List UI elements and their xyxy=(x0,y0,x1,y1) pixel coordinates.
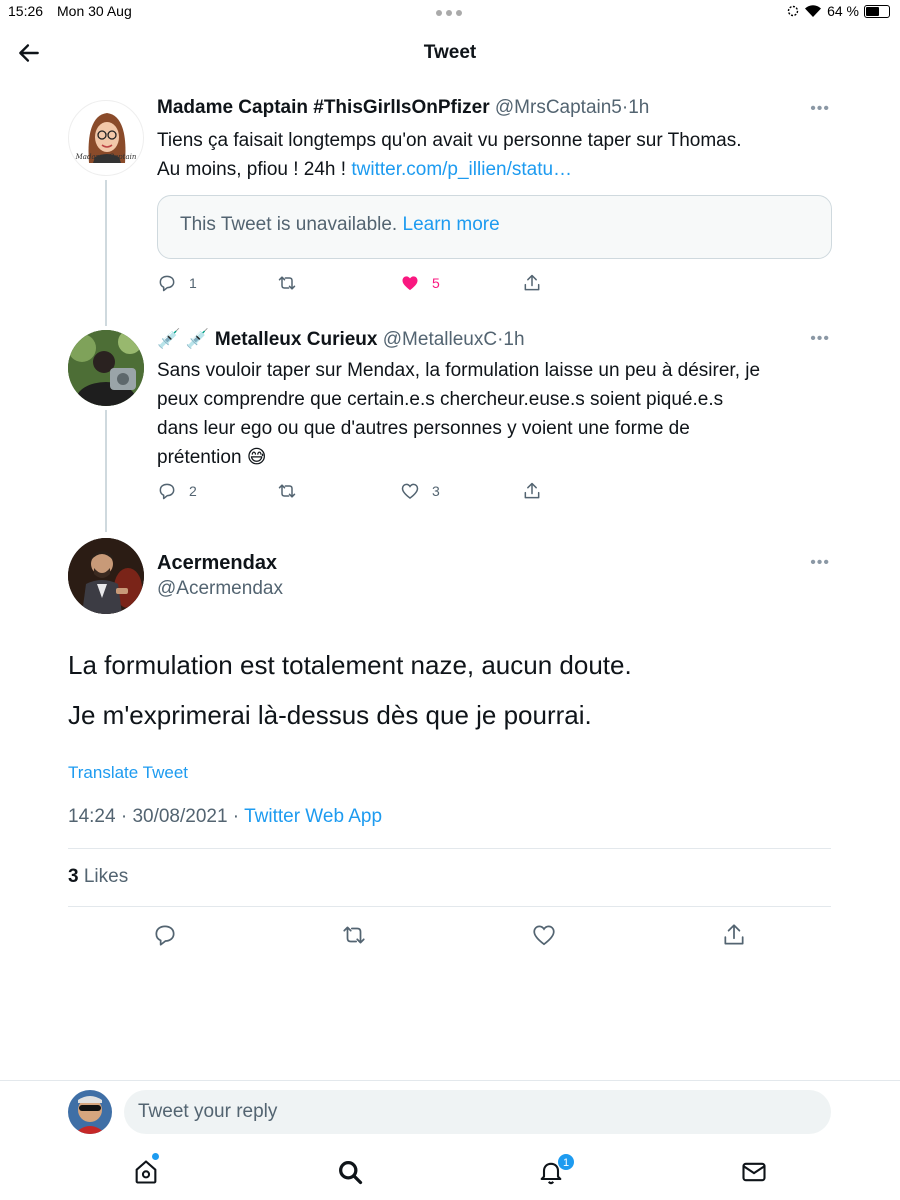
divider xyxy=(68,906,831,907)
more-options-icon[interactable]: ••• xyxy=(810,330,830,348)
avatar-illustration xyxy=(88,113,126,163)
retweet-icon xyxy=(278,276,296,290)
like-count: 5 xyxy=(432,275,440,291)
tweet-actions: 1 5 xyxy=(157,273,577,297)
thread-line xyxy=(105,410,107,532)
tweet-text-line: prétention 😅 xyxy=(157,447,267,468)
retweet-icon[interactable] xyxy=(341,922,367,948)
avatar-photo xyxy=(68,1090,112,1134)
translate-tweet-link[interactable]: Translate Tweet xyxy=(68,763,188,783)
status-bar: 15:26 Mon 30 Aug 64 % xyxy=(0,0,900,24)
thread-line xyxy=(105,180,107,326)
home-unread-dot xyxy=(152,1153,159,1160)
reply-icon xyxy=(159,275,175,292)
tweet-actions: 2 3 xyxy=(157,481,577,505)
tweet-text-line: Tiens ça faisait longtemps qu'on avait v… xyxy=(157,130,742,151)
status-time: 15:26 xyxy=(8,3,44,19)
like-count: 3 xyxy=(432,483,440,499)
tweet-header: 💉 💉 Metalleux Curieux @MetalleuxC·1h xyxy=(157,329,525,350)
avatar[interactable] xyxy=(68,330,144,406)
likes-label: Likes xyxy=(83,866,129,887)
tweet-date: 30/08/2021 xyxy=(132,806,228,827)
tweet-time[interactable]: 1h xyxy=(503,329,524,350)
share-button[interactable] xyxy=(522,273,542,293)
tweet-text-line: peux comprendre que certain.e.s chercheu… xyxy=(157,389,724,410)
dnd-icon xyxy=(787,5,799,17)
author-handle[interactable]: @Acermendax xyxy=(157,578,283,600)
reply-button[interactable]: 2 xyxy=(157,481,197,501)
likes-count: 3 xyxy=(68,866,79,887)
avatar[interactable] xyxy=(68,538,144,614)
quote-text: This Tweet is unavailable. xyxy=(180,214,398,235)
retweet-icon xyxy=(278,484,296,498)
share-button[interactable] xyxy=(522,481,542,501)
like-button[interactable]: 3 xyxy=(400,481,440,501)
battery-icon xyxy=(864,4,890,18)
author-name[interactable]: Metalleux Curieux xyxy=(215,329,378,350)
more-options-icon[interactable]: ••• xyxy=(810,554,830,572)
heart-icon[interactable] xyxy=(531,922,557,948)
main-tweet-text-line: Je m'exprimerai là-dessus dès que je pou… xyxy=(68,700,592,730)
like-button[interactable]: 5 xyxy=(400,273,440,293)
notifications-badge: 1 xyxy=(557,1153,575,1171)
home-icon[interactable] xyxy=(132,1158,160,1186)
main-tweet-text-line: La formulation est totalement naze, aucu… xyxy=(68,650,632,680)
author-handle[interactable]: @MetalleuxC xyxy=(383,329,497,350)
multitasking-dots-icon[interactable] xyxy=(436,10,462,16)
tweet-text-line: Sans vouloir taper sur Mendax, la formul… xyxy=(157,360,761,381)
tweet-text: Tiens ça faisait longtemps qu'on avait v… xyxy=(157,126,837,184)
share-icon xyxy=(524,482,540,499)
name-prefix-syringe-icons: 💉 💉 xyxy=(157,329,210,350)
tweet-text: Sans vouloir taper sur Mendax, la formul… xyxy=(157,356,837,472)
heart-filled-icon xyxy=(402,276,418,291)
author-name[interactable]: Acermendax xyxy=(157,552,277,575)
learn-more-link[interactable]: Learn more xyxy=(403,214,500,235)
reply-icon[interactable] xyxy=(152,922,178,948)
author-handle[interactable]: @MrsCaptain5 xyxy=(495,97,622,118)
unavailable-quote: This Tweet is unavailable. Learn more xyxy=(157,195,832,259)
header: Tweet xyxy=(0,32,900,76)
heart-icon xyxy=(401,483,419,500)
tweet-text-line: dans leur ego ou que d'autres personnes … xyxy=(157,418,690,439)
avatar-photo xyxy=(68,538,144,614)
messages-envelope-icon[interactable] xyxy=(740,1158,768,1186)
status-date: Mon 30 Aug xyxy=(57,3,132,19)
page-title: Tweet xyxy=(423,42,477,63)
tweet-header: Madame Captain #ThisGirlIsOnPfizer @MrsC… xyxy=(157,97,650,118)
tweet-time[interactable]: 1h xyxy=(628,97,649,118)
search-icon[interactable] xyxy=(336,1158,364,1186)
avatar[interactable]: Madame Captain xyxy=(68,100,144,176)
tweet-time: 14:24 xyxy=(68,806,116,827)
retweet-button[interactable] xyxy=(277,481,309,501)
divider xyxy=(68,848,831,849)
reply-icon xyxy=(159,483,175,500)
likes-summary[interactable]: 3 Likes xyxy=(68,866,128,888)
reply-input[interactable] xyxy=(124,1090,831,1134)
reply-count: 1 xyxy=(189,275,197,291)
tweet-link[interactable]: twitter.com/p_illien/statu… xyxy=(351,159,572,180)
retweet-button[interactable] xyxy=(277,273,309,293)
share-icon[interactable] xyxy=(721,922,747,948)
reply-count: 2 xyxy=(189,483,197,499)
more-options-icon[interactable]: ••• xyxy=(810,100,830,118)
status-right: 64 % xyxy=(787,3,890,19)
battery-percent: 64 % xyxy=(827,3,859,19)
avatar-signature: Madame Captain xyxy=(75,153,137,161)
avatar-photo xyxy=(68,330,144,406)
reply-button[interactable]: 1 xyxy=(157,273,197,293)
share-icon xyxy=(524,274,540,291)
tweet-text-line: Au moins, pfiou ! 24h ! xyxy=(157,159,352,180)
author-name[interactable]: Madame Captain #ThisGirlIsOnPfizer xyxy=(157,97,490,118)
tweet-meta: 14:24 · 30/08/2021 · Twitter Web App xyxy=(68,806,383,827)
wifi-icon xyxy=(805,5,822,17)
my-avatar[interactable] xyxy=(68,1090,112,1134)
tweet-source-link[interactable]: Twitter Web App xyxy=(244,806,382,827)
